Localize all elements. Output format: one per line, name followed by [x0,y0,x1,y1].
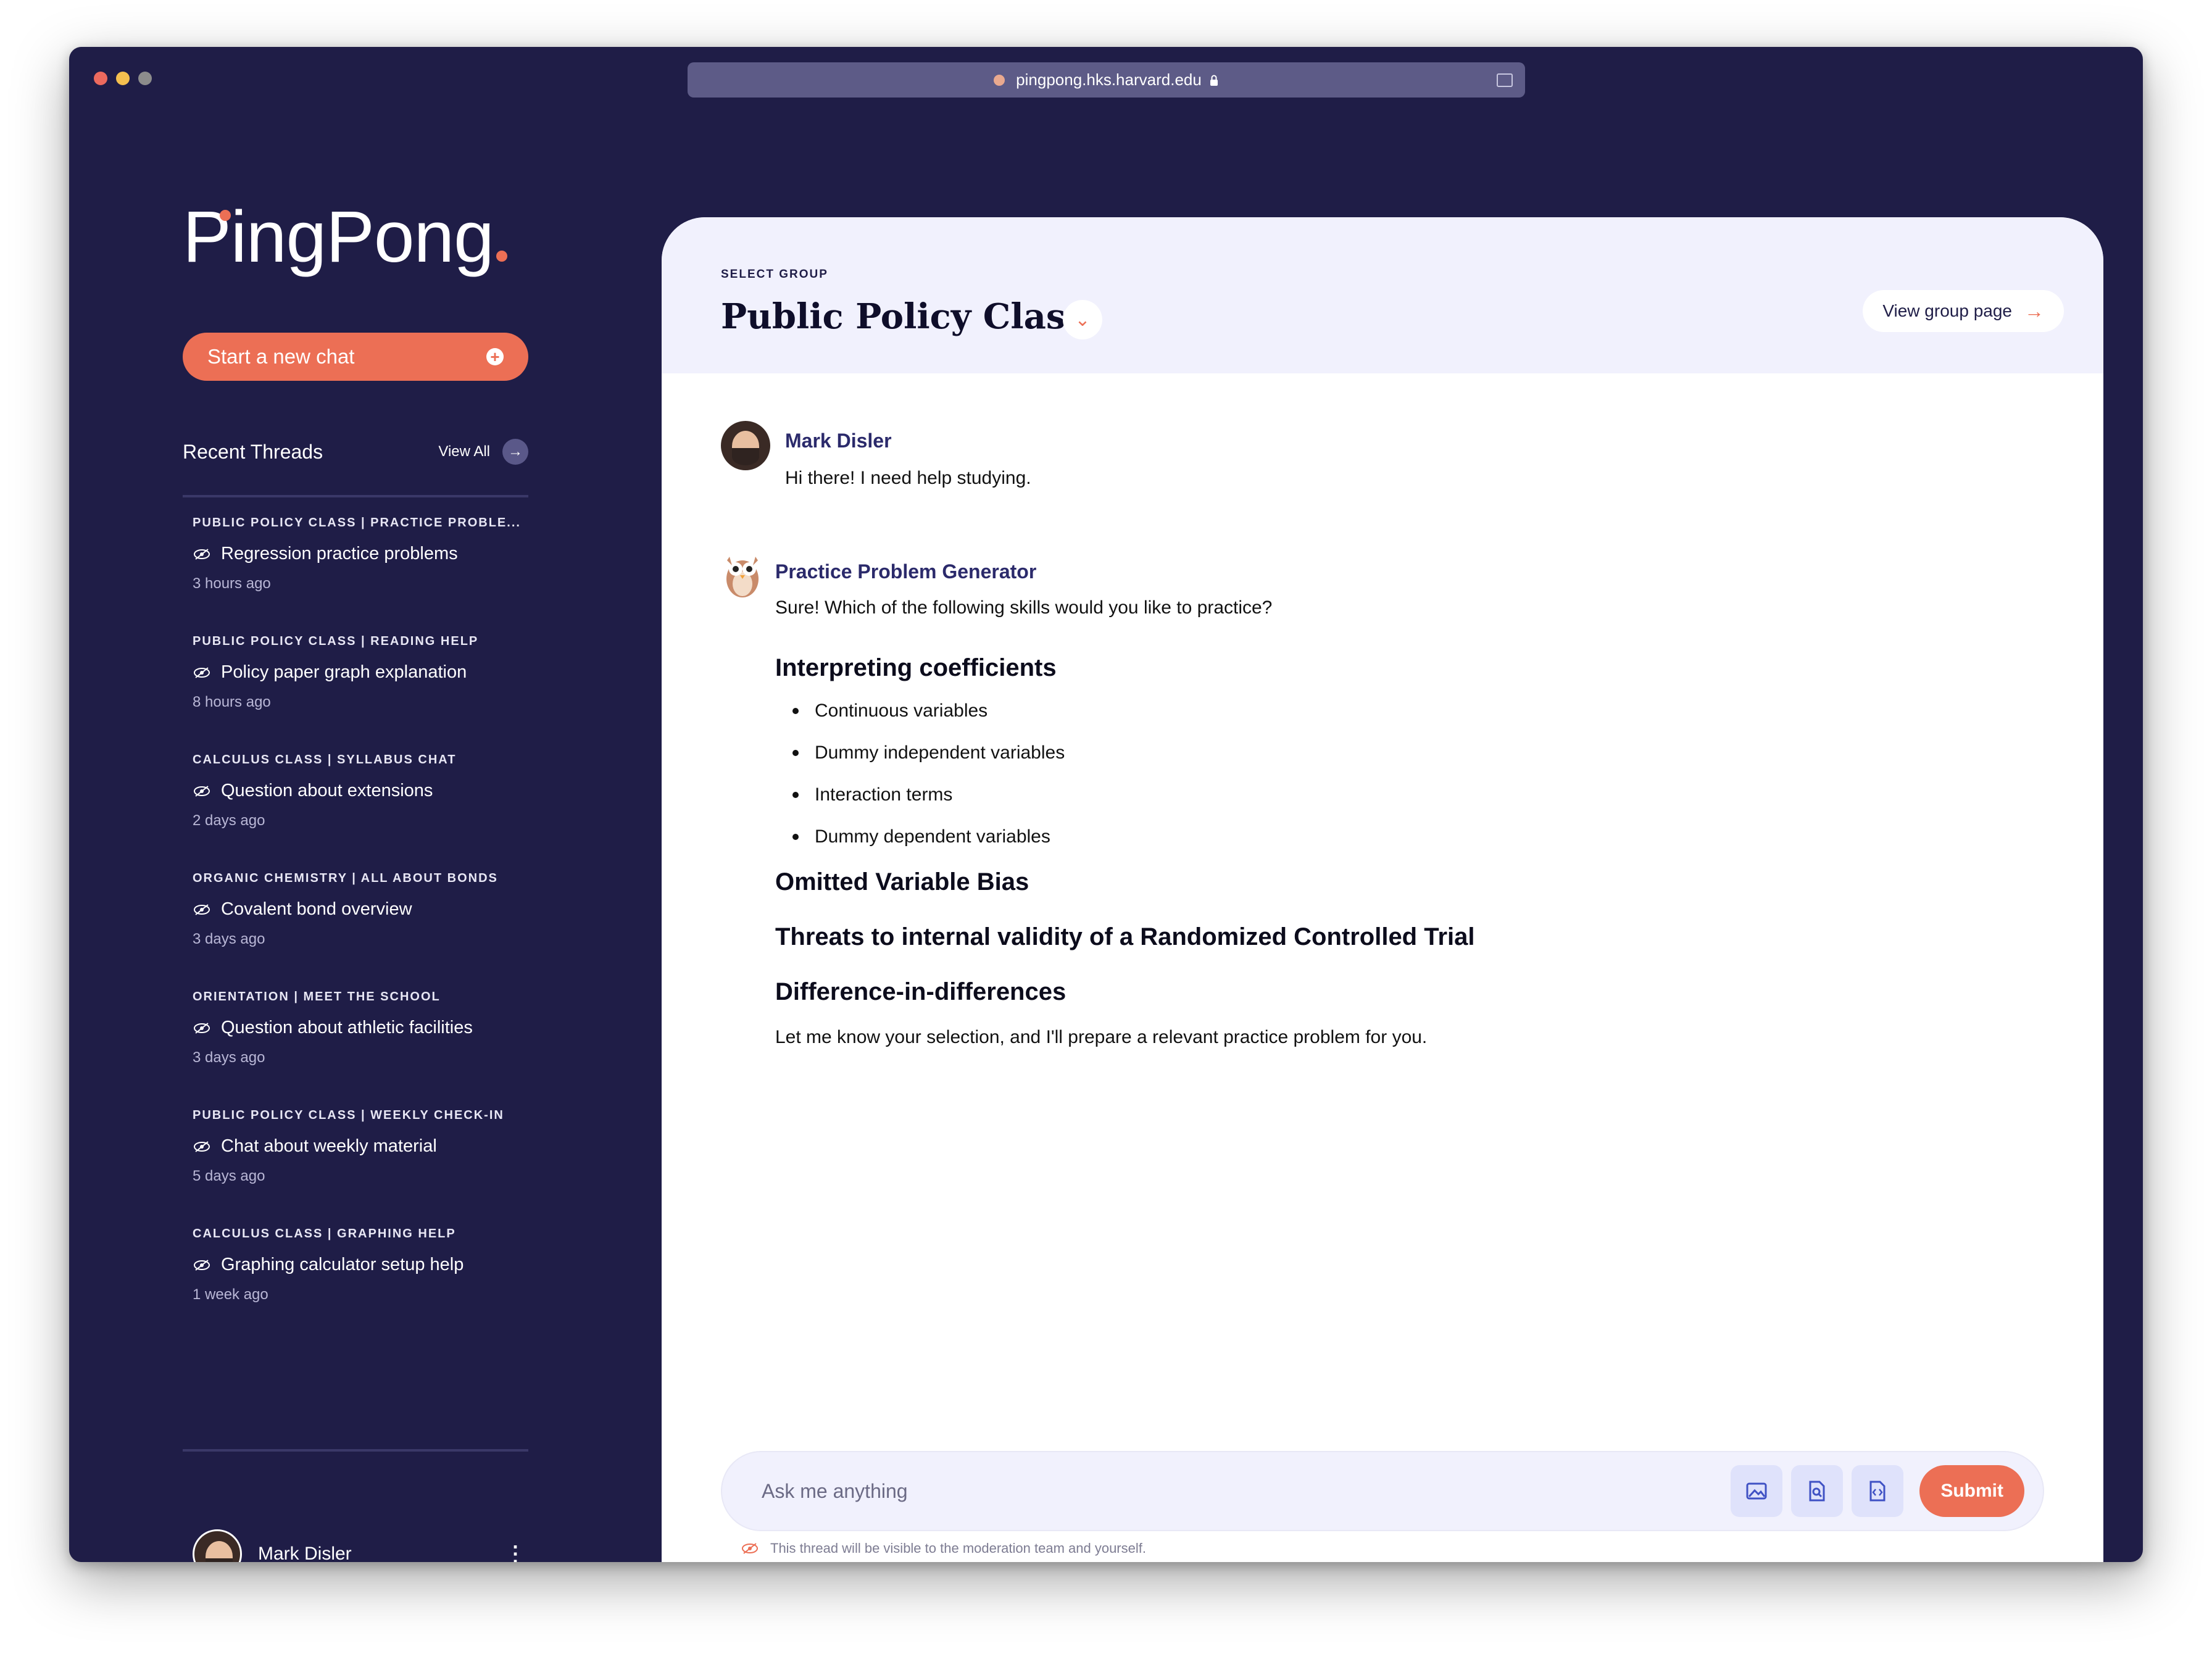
submit-button[interactable]: Submit [1919,1465,2024,1517]
thread-time: 3 hours ago [193,575,271,592]
view-all-link[interactable]: View All → [438,439,528,465]
divider [183,1449,528,1452]
thread-item[interactable]: ORIENTATION | MEET THE SCHOOL Question a… [193,990,526,1108]
lock-icon [1210,75,1218,86]
thread-time: 8 hours ago [193,694,271,710]
message-body: Sure! Which of the following skills woul… [775,597,1639,1048]
eye-slash-icon [194,785,210,797]
thread-context: CALCULUS CLASS | GRAPHING HELP [193,1227,456,1240]
view-group-page-button[interactable]: View group page → [1863,290,2064,332]
thread-context: ORGANIC CHEMISTRY | ALL ABOUT BONDS [193,871,498,885]
browser-window: pingpong.hks.harvard.edu PingPong Start … [69,47,2143,1562]
message-text: Hi there! I need help studying. [785,468,1031,488]
avatar [193,1529,242,1562]
owl-icon [726,557,759,597]
thread-context: CALCULUS CLASS | SYLLABUS CHAT [193,753,457,767]
main-panel: SELECT GROUP Public Policy Class ⌄ View … [662,217,2103,1562]
eye-slash-icon [194,904,210,915]
visibility-note: This thread will be visible to the moder… [741,1540,1146,1556]
message-sender: Practice Problem Generator [775,560,1037,583]
eye-slash-icon [194,548,210,560]
thread-time: 5 days ago [193,1168,265,1184]
eye-slash-icon [194,667,210,678]
minimize-dot[interactable] [116,72,130,85]
eye-slash-icon [742,1543,758,1554]
message-intro: Sure! Which of the following skills woul… [775,597,1273,618]
skill-heading: Omitted Variable Bias [775,868,1029,896]
code-upload-button[interactable] [1852,1465,1904,1517]
image-upload-button[interactable] [1731,1465,1783,1517]
select-group-label: SELECT GROUP [721,268,828,281]
thread-name: Question about athletic facilities [221,1018,473,1037]
thread-time: 3 days ago [193,1049,265,1066]
thread-context: PUBLIC POLICY CLASS | WEEKLY CHECK-IN [193,1108,504,1122]
zoom-dot[interactable] [138,72,152,85]
document-upload-button[interactable] [1791,1465,1844,1517]
thread-item[interactable]: PUBLIC POLICY CLASS | PRACTICE PROBLE...… [193,516,526,634]
skill-heading: Interpreting coefficients [775,654,1057,681]
arrow-right-icon: → [2024,299,2044,322]
list-item: Interaction terms [792,784,1639,805]
address-bar[interactable]: pingpong.hks.harvard.edu [688,62,1525,98]
user-name: Mark Disler [258,1544,352,1562]
eye-slash-icon [194,1259,210,1271]
list-item: Continuous variables [792,700,1639,721]
divider [183,495,528,497]
group-header: SELECT GROUP Public Policy Class ⌄ View … [662,217,2103,373]
thread-item[interactable]: PUBLIC POLICY CLASS | READING HELP Polic… [193,634,526,753]
thread-context: PUBLIC POLICY CLASS | READING HELP [193,634,479,648]
window-controls [94,72,152,85]
skill-heading: Difference-in-differences [775,978,1066,1005]
thread-name: Covalent bond overview [221,899,412,919]
reader-icon[interactable] [1497,73,1513,87]
start-new-chat-button[interactable]: Start a new chat + [183,333,528,381]
close-dot[interactable] [94,72,107,85]
thread-name: Graphing calculator setup help [221,1255,464,1274]
eye-slash-icon [194,1022,210,1034]
plus-circle-icon: + [486,348,504,365]
kebab-icon[interactable]: ⋮ [505,1542,526,1562]
url-text: pingpong.hks.harvard.edu [1016,70,1202,89]
document-search-icon [1809,1481,1825,1502]
thread-item[interactable]: PUBLIC POLICY CLASS | WEEKLY CHECK-IN Ch… [193,1108,526,1227]
thread-list: PUBLIC POLICY CLASS | PRACTICE PROBLE...… [193,516,526,1345]
thread-time: 1 week ago [193,1286,268,1303]
skill-heading: Threats to internal validity of a Random… [775,923,1475,950]
code-file-icon [1869,1481,1886,1502]
thread-name: Question about extensions [221,781,433,800]
group-title[interactable]: Public Policy Class [721,296,1085,337]
user-menu[interactable]: Mark Disler ⋮ [193,1529,526,1562]
message-sender: Mark Disler [785,430,892,452]
eye-slash-icon [194,1141,210,1152]
thread-name: Chat about weekly material [221,1136,437,1156]
message-composer: Ask me anything Submit [721,1451,2044,1531]
image-upload-icon [1746,1482,1767,1500]
arrow-right-icon: → [502,439,528,465]
thread-context: ORIENTATION | MEET THE SCHOOL [193,990,441,1004]
chevron-down-icon[interactable]: ⌄ [1063,300,1102,339]
thread-item[interactable]: ORGANIC CHEMISTRY | ALL ABOUT BONDS Cova… [193,871,526,990]
thread-item[interactable]: CALCULUS CLASS | SYLLABUS CHAT Question … [193,753,526,871]
recent-threads-header: Recent Threads View All → [183,439,528,465]
thread-time: 3 days ago [193,931,265,947]
chat-input[interactable]: Ask me anything [762,1480,1722,1503]
thread-item[interactable]: CALCULUS CLASS | GRAPHING HELP Graphing … [193,1227,526,1345]
favicon-icon [994,74,1005,86]
avatar [721,421,770,470]
list-item: Dummy independent variables [792,742,1639,763]
new-chat-label: Start a new chat [207,345,355,368]
list-item: Dummy dependent variables [792,826,1639,847]
skill-list: Continuous variables Dummy independent v… [792,700,1639,847]
thread-context: PUBLIC POLICY CLASS | PRACTICE PROBLE... [193,516,521,530]
thread-name: Policy paper graph explanation [221,662,467,682]
thread-time: 2 days ago [193,812,265,829]
pingpong-logo[interactable]: PingPong [183,195,507,279]
message-outro: Let me know your selection, and I'll pre… [775,1027,1428,1047]
recent-threads-title: Recent Threads [183,440,323,463]
thread-name: Regression practice problems [221,544,458,563]
